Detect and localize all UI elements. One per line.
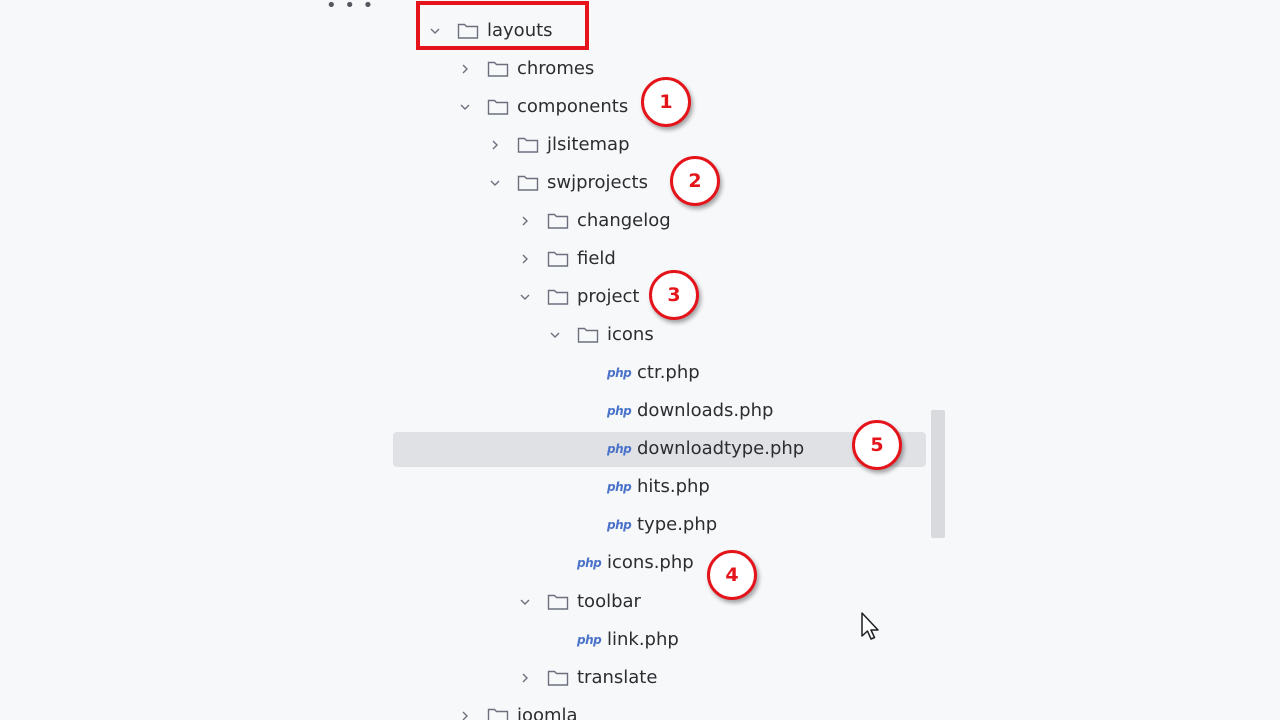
more-options-icon[interactable]: • • • bbox=[326, 0, 374, 15]
callout-4: 4 bbox=[707, 550, 757, 600]
php-file-icon: php bbox=[577, 556, 602, 570]
php-file-icon: php bbox=[607, 404, 632, 418]
tree-item-label: icons bbox=[607, 324, 654, 345]
chevron-right-icon[interactable] bbox=[455, 59, 475, 79]
tree-item-label: components bbox=[517, 96, 629, 117]
callout-3: 3 bbox=[649, 270, 699, 320]
folder-icon bbox=[517, 173, 539, 193]
tree-item-label: ctr.php bbox=[637, 362, 700, 383]
tree-item-label: downloads.php bbox=[637, 400, 774, 421]
chevron-right-icon[interactable] bbox=[485, 135, 505, 155]
tree-item-joomla[interactable]: joomla bbox=[455, 699, 578, 720]
tree-item-label: toolbar bbox=[577, 591, 641, 612]
tree-item-label: project bbox=[577, 286, 640, 307]
chevron-down-icon[interactable] bbox=[515, 287, 535, 307]
tree-item-ctr-php[interactable]: php ctr.php bbox=[607, 356, 700, 390]
tree-item-label: hits.php bbox=[637, 476, 710, 497]
php-file-icon: php bbox=[607, 518, 632, 532]
tree-item-label: type.php bbox=[637, 514, 718, 535]
tree-item-downloadtype-php[interactable]: php downloadtype.php bbox=[607, 432, 804, 466]
tree-item-label: jlsitemap bbox=[547, 134, 630, 155]
callout-2: 2 bbox=[670, 156, 720, 206]
php-file-icon: php bbox=[607, 480, 632, 494]
tree-item-link-php[interactable]: php link.php bbox=[577, 623, 679, 657]
tree-item-changelog[interactable]: changelog bbox=[515, 204, 671, 238]
folder-icon bbox=[487, 59, 509, 79]
folder-icon bbox=[517, 135, 539, 155]
tree-item-jlsitemap[interactable]: jlsitemap bbox=[485, 128, 630, 162]
project-tree-view: • • • layouts chromes components jlsitem… bbox=[0, 0, 1280, 720]
vertical-scrollbar[interactable] bbox=[931, 410, 945, 538]
folder-icon bbox=[547, 249, 569, 269]
tree-item-project[interactable]: project bbox=[515, 280, 639, 314]
tree-item-icons-folder[interactable]: icons bbox=[545, 318, 654, 352]
folder-icon bbox=[547, 211, 569, 231]
folder-icon bbox=[547, 668, 569, 688]
folder-icon bbox=[577, 325, 599, 345]
tree-item-type-php[interactable]: php type.php bbox=[607, 508, 717, 542]
callout-1: 1 bbox=[641, 77, 691, 127]
chevron-right-icon[interactable] bbox=[515, 668, 535, 688]
tree-item-label: field bbox=[577, 248, 616, 269]
php-file-icon: php bbox=[577, 633, 602, 647]
folder-icon bbox=[487, 706, 509, 720]
callout-5: 5 bbox=[852, 420, 902, 470]
chevron-down-icon[interactable] bbox=[485, 173, 505, 193]
php-file-icon: php bbox=[607, 366, 632, 380]
folder-icon bbox=[547, 592, 569, 612]
tree-item-icons-php[interactable]: php icons.php bbox=[577, 546, 694, 580]
chevron-right-icon[interactable] bbox=[515, 249, 535, 269]
chevron-down-icon[interactable] bbox=[455, 97, 475, 117]
tree-item-downloads-php[interactable]: php downloads.php bbox=[607, 394, 773, 428]
tree-item-label: icons.php bbox=[607, 552, 694, 573]
tree-item-label: translate bbox=[577, 667, 658, 688]
tree-item-label: joomla bbox=[517, 705, 578, 720]
chevron-down-icon[interactable] bbox=[515, 592, 535, 612]
tree-item-chromes[interactable]: chromes bbox=[455, 52, 594, 86]
chevron-right-icon[interactable] bbox=[515, 211, 535, 231]
folder-icon bbox=[487, 97, 509, 117]
tree-item-label: chromes bbox=[517, 58, 595, 79]
tree-item-hits-php[interactable]: php hits.php bbox=[607, 470, 710, 504]
tree-item-translate[interactable]: translate bbox=[515, 661, 657, 695]
tree-item-label: link.php bbox=[607, 629, 679, 650]
chevron-down-icon[interactable] bbox=[545, 325, 565, 345]
annotation-highlight-box bbox=[416, 1, 589, 50]
tree-item-components[interactable]: components bbox=[455, 90, 628, 124]
chevron-right-icon[interactable] bbox=[455, 706, 475, 720]
php-file-icon: php bbox=[607, 442, 632, 456]
tree-item-label: changelog bbox=[577, 210, 671, 231]
tree-item-label: swjprojects bbox=[547, 172, 648, 193]
mouse-cursor-icon bbox=[860, 612, 882, 642]
tree-item-swjprojects[interactable]: swjprojects bbox=[485, 166, 648, 200]
folder-icon bbox=[547, 287, 569, 307]
tree-item-field[interactable]: field bbox=[515, 242, 616, 276]
tree-item-toolbar[interactable]: toolbar bbox=[515, 585, 641, 619]
tree-item-label: downloadtype.php bbox=[637, 438, 805, 459]
